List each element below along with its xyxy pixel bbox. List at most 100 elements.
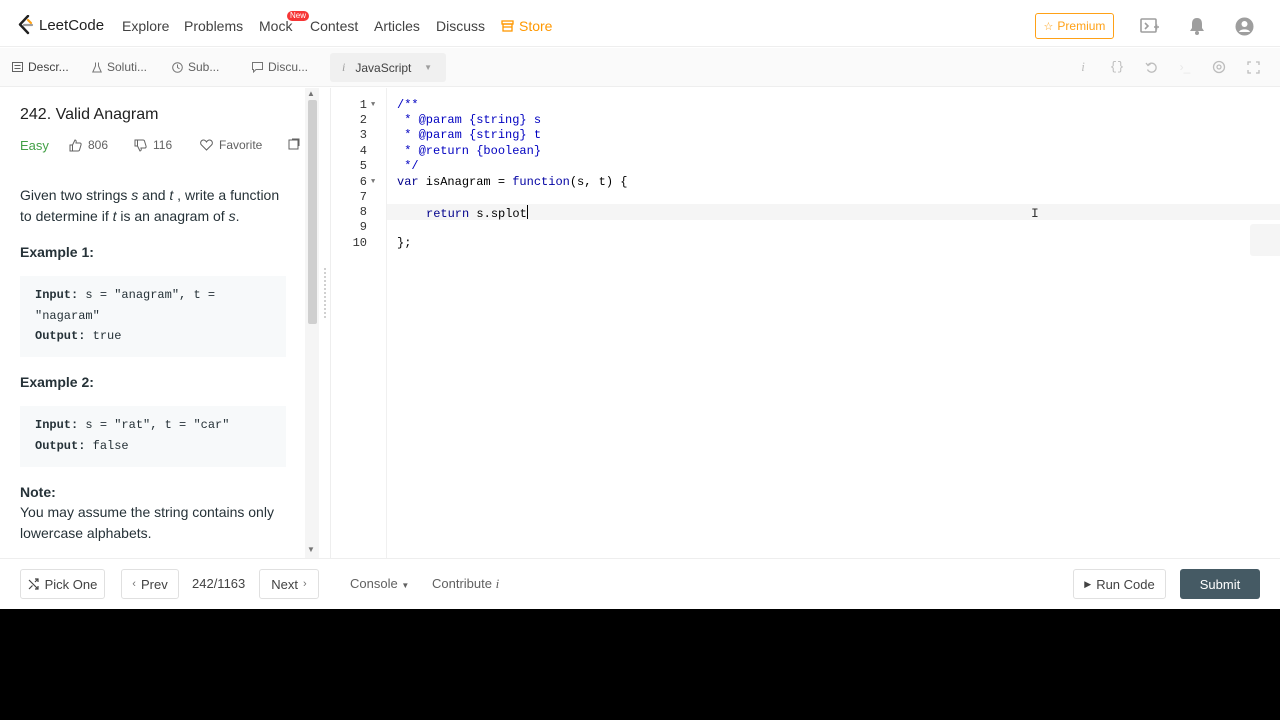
line-number: 4 (359, 144, 367, 158)
nav-mock[interactable]: Mock (259, 18, 292, 34)
fullscreen-icon[interactable] (1244, 58, 1262, 76)
run-code-label: Run Code (1096, 576, 1155, 592)
tab-submissions-label: Sub... (188, 60, 220, 74)
prev-button[interactable]: ‹ Prev (121, 569, 179, 599)
nav-articles[interactable]: Articles (374, 18, 420, 34)
next-label: Next (271, 576, 299, 592)
note-text: You may assume the string contains only … (20, 504, 274, 541)
line-number: 10 (352, 236, 367, 250)
example-2-box: Input: s = "rat", t = "car" Output: fals… (20, 406, 286, 467)
description-icon (12, 62, 23, 72)
user-avatar-icon[interactable] (1234, 16, 1254, 36)
tab-solution[interactable]: Soluti... (92, 60, 147, 74)
info-icon: i (342, 60, 346, 74)
braces-icon[interactable]: {} (1108, 58, 1126, 76)
nav-contest[interactable]: Contest (310, 18, 358, 34)
fold-arrow-icon[interactable]: ▼ (371, 101, 375, 109)
share-icon[interactable] (288, 138, 300, 150)
info-icon[interactable]: i (1074, 58, 1092, 76)
favorite-label: Favorite (219, 138, 263, 152)
console-toggle[interactable]: Console ▼ (350, 576, 409, 591)
pick-one-button[interactable]: Pick One (20, 569, 105, 599)
star-icon: ☆ (1043, 20, 1054, 33)
nav-discuss[interactable]: Discuss (436, 18, 485, 34)
terminal-icon[interactable]: ›_ (1176, 58, 1194, 76)
run-code-button[interactable]: ▶ Run Code (1073, 569, 1166, 599)
code-line-5: */ (397, 159, 419, 173)
code-line-6: var isAnagram = function(s, t) { (397, 175, 627, 189)
problem-title: 242. Valid Anagram (20, 106, 159, 123)
tab-description[interactable]: Descr... (12, 60, 69, 74)
keyword-return: return (426, 207, 470, 221)
contribute-link[interactable]: Contribute i (432, 576, 499, 592)
input-label: Input: (35, 418, 79, 432)
like-button[interactable]: 806 (69, 138, 108, 152)
thumbs-down-icon (134, 139, 147, 152)
bottom-toolbar: Pick One ‹ Prev 242/1163 Next › Console … (0, 558, 1280, 609)
panel-tab-bar: Descr... Soluti... Sub... Discu... i Jav… (0, 48, 1280, 87)
desc-text-1: Given two strings (20, 187, 132, 203)
nav-problems[interactable]: Problems (184, 18, 243, 34)
comment-icon (252, 61, 263, 73)
side-panel-tab[interactable] (1250, 224, 1280, 256)
top-navigation: LeetCode Explore Problems Mock New Conte… (0, 4, 1280, 47)
language-value: JavaScript (355, 60, 412, 75)
notification-bell-icon[interactable] (1187, 16, 1207, 36)
new-badge: New (287, 11, 310, 21)
logo-text: LeetCode (39, 16, 105, 34)
output-label: Output: (35, 438, 86, 453)
info-icon: i (495, 576, 500, 591)
scroll-down-icon[interactable]: ▼ (307, 545, 315, 554)
input-label: Input: (35, 288, 79, 302)
playground-icon[interactable] (1140, 16, 1160, 36)
tab-submissions[interactable]: Sub... (172, 60, 219, 74)
line-number: 8 (359, 205, 367, 219)
next-button[interactable]: Next › (259, 569, 319, 599)
chevron-left-icon: ‹ (132, 578, 136, 590)
example-2-output-value: false (85, 438, 129, 453)
line-number-gutter: 1 ▼ 2 3 4 5 6 ▼ 7 8 9 10 (331, 88, 387, 558)
panel-resize-handle[interactable] (319, 88, 331, 558)
scroll-up-icon[interactable]: ▲ (307, 89, 315, 98)
line-number: 5 (359, 159, 367, 173)
code-line-4: * @return {boolean} (397, 144, 542, 158)
code-line-2: * @param {string} s (397, 113, 542, 127)
keyword-var: var (397, 175, 419, 189)
nav-store[interactable]: Store (501, 18, 552, 34)
desc-text-4: is an anagram of (116, 208, 229, 224)
caret-down-icon: ▼ (401, 581, 410, 590)
line-number: 7 (359, 190, 367, 204)
favorite-button[interactable]: Favorite (200, 138, 262, 152)
line-number: 2 (359, 113, 367, 127)
code-line-3: * @param {string} t (397, 128, 542, 142)
dislike-count: 116 (153, 138, 173, 152)
caret-down-icon: ▼ (424, 63, 432, 72)
tab-solution-label: Soluti... (107, 60, 148, 74)
example-1-input: Input: s = "anagram", t = "nagaram" (35, 285, 271, 326)
console-label: Console (350, 576, 398, 591)
dislike-button[interactable]: 116 (134, 138, 172, 152)
desc-text-2: and (138, 187, 170, 203)
code-line-1: /** (397, 98, 419, 112)
language-select[interactable]: i JavaScript ▼ (330, 53, 446, 82)
submit-button[interactable]: Submit (1180, 569, 1260, 599)
problem-counter: 242/1163 (192, 576, 246, 591)
nav-explore[interactable]: Explore (122, 18, 169, 34)
leetcode-logo[interactable]: LeetCode (18, 14, 104, 36)
code-editor[interactable]: 1 ▼ 2 3 4 5 6 ▼ 7 8 9 10 /** * @param {s… (331, 88, 1280, 558)
fold-arrow-icon[interactable]: ▼ (371, 178, 375, 186)
note-heading: Note: (20, 484, 56, 500)
code-identifier: isAnagram = (418, 175, 513, 189)
store-label: Store (519, 18, 553, 34)
scrollbar-thumb[interactable] (308, 100, 317, 324)
example-1-output: Output: true (35, 326, 271, 347)
leetcode-app: LeetCode Explore Problems Mock New Conte… (0, 0, 1280, 609)
line-number: 9 (359, 220, 367, 234)
reset-icon[interactable] (1142, 58, 1160, 76)
settings-icon[interactable] (1210, 58, 1228, 76)
tab-description-label: Descr... (28, 60, 69, 74)
tab-discuss[interactable]: Discu... (252, 60, 308, 74)
store-icon (501, 20, 514, 32)
premium-button[interactable]: ☆ Premium (1035, 13, 1114, 39)
problem-statement: Given two strings s and t , write a func… (20, 185, 290, 227)
